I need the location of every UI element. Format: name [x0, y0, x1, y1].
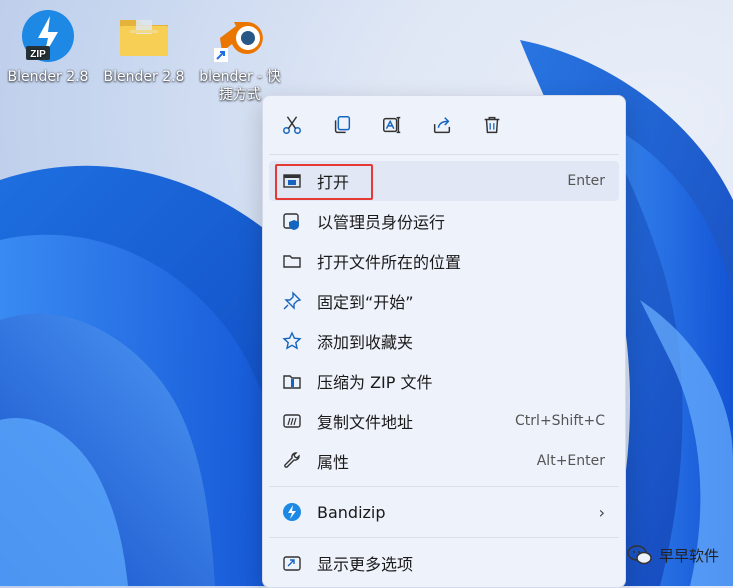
star-icon	[281, 330, 303, 352]
menu-item-run-as-admin[interactable]: 以管理员身份运行	[263, 201, 625, 241]
folder-outline-icon	[281, 250, 303, 272]
pin-icon	[281, 290, 303, 312]
menu-item-show-more-options[interactable]: 显示更多选项	[263, 543, 625, 583]
highlight-box	[275, 164, 373, 200]
svg-text:ZIP: ZIP	[30, 49, 46, 60]
chevron-right-icon: ›	[598, 502, 605, 522]
rename-icon	[383, 116, 401, 134]
menu-item-pin-to-start[interactable]: 固定到“开始”	[263, 281, 625, 321]
wrench-icon	[281, 450, 303, 472]
desktop-icon-label: blender - 快	[199, 69, 281, 85]
scissors-icon	[283, 116, 301, 134]
wechat-icon	[627, 545, 652, 565]
share-button[interactable]	[427, 110, 457, 140]
copy-icon	[334, 116, 351, 134]
admin-shield-icon	[281, 210, 303, 232]
menu-item-label: Bandizip	[317, 502, 386, 522]
watermark: 早早软件	[627, 544, 719, 566]
menu-item-compress-zip[interactable]: 压缩为 ZIP 文件	[263, 361, 625, 401]
menu-item-shortcut: Enter	[567, 173, 605, 189]
menu-item-label: 固定到“开始”	[317, 293, 414, 312]
menu-item-label: 复制文件地址	[317, 413, 414, 432]
menu-item-copy-path[interactable]: 复制文件地址 Ctrl+Shift+C	[263, 401, 625, 441]
copy-path-icon	[281, 410, 303, 432]
trash-icon	[484, 116, 500, 134]
more-options-icon	[281, 552, 303, 574]
bandizip-icon	[281, 501, 303, 523]
delete-button[interactable]	[477, 110, 507, 140]
menu-item-label: 打开文件所在的位置	[317, 253, 462, 272]
menu-item-shortcut: Alt+Enter	[536, 453, 605, 469]
desktop-icon-label: Blender 2.8	[7, 69, 89, 85]
desktop-icon-blender-shortcut[interactable]: blender - 快 捷方式	[194, 0, 286, 104]
menu-item-label: 压缩为 ZIP 文件	[317, 373, 433, 392]
menu-item-label: 添加到收藏夹	[317, 333, 414, 352]
blender-shortcut-icon	[212, 8, 268, 64]
menu-item-shortcut: Ctrl+Shift+C	[515, 413, 605, 429]
zip-archive-icon: ZIP	[20, 8, 76, 64]
folder-icon	[116, 8, 172, 64]
menu-item-open-file-location[interactable]: 打开文件所在的位置	[263, 241, 625, 281]
menu-item-add-to-favorites[interactable]: 添加到收藏夹	[263, 321, 625, 361]
watermark-text: 早早软件	[658, 546, 719, 565]
menu-item-open[interactable]: 打开 Enter	[269, 161, 619, 201]
menu-item-properties[interactable]: 属性 Alt+Enter	[263, 441, 625, 481]
menu-item-label: 属性	[317, 453, 350, 472]
desktop-icon-blender-zip[interactable]: ZIP Blender 2.8	[2, 0, 94, 86]
rename-button[interactable]	[377, 110, 407, 140]
copy-button[interactable]	[327, 110, 357, 140]
context-menu: 打开 Enter 以管理员身份运行 打开文件所在的位置 固定到“开始” 添加到收…	[262, 95, 626, 588]
zip-folder-icon	[281, 370, 303, 392]
desktop-icon-label: Blender 2.8	[103, 69, 185, 85]
desktop-icon-blender-folder[interactable]: Blender 2.8	[98, 0, 190, 86]
menu-item-label: 以管理员身份运行	[317, 213, 446, 232]
menu-item-label: 显示更多选项	[317, 555, 414, 574]
menu-item-bandizip[interactable]: Bandizip ›	[263, 492, 625, 532]
cut-button[interactable]	[277, 110, 307, 140]
share-icon	[433, 117, 451, 134]
context-menu-toolbar	[263, 96, 625, 154]
